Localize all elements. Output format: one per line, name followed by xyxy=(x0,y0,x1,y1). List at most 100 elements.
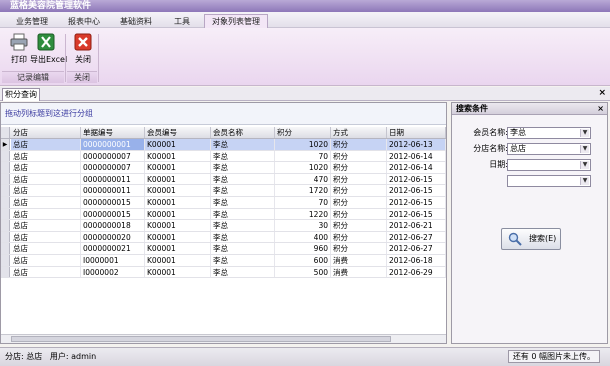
tab-object-list[interactable]: 对象列表管理 xyxy=(204,14,268,28)
tab-points-query[interactable]: 积分查询 xyxy=(2,88,40,101)
cell-branch: 总店 xyxy=(11,150,81,162)
cell-member-name: 李总 xyxy=(211,266,275,278)
document-close-icon[interactable]: × xyxy=(598,88,606,98)
row-selector[interactable] xyxy=(1,220,10,231)
column-header-branch[interactable]: 分店 xyxy=(11,127,81,138)
row-selector[interactable] xyxy=(1,231,10,243)
cell-member-name: 李总 xyxy=(211,139,275,150)
close-button[interactable]: 关闭 xyxy=(67,31,99,67)
table-row[interactable]: ▶ 总店 0000000001 K00001 李总 1020 积分 2012-06-13 xyxy=(1,139,446,151)
member-name-value: 李总 xyxy=(510,128,526,137)
table-row[interactable]: 总店 I0000001 K00001 李总 600 消费 2012-06-18 xyxy=(1,254,446,267)
chevron-down-icon[interactable]: ▼ xyxy=(580,161,589,169)
member-name-row: 会员名称: 李总 ▼ xyxy=(452,127,609,139)
branch-name-select[interactable]: 总店 ▼ xyxy=(507,143,591,155)
cell-member-no: K00001 xyxy=(145,139,211,150)
cell-branch: 总店 xyxy=(11,220,81,231)
cell-method: 积分 xyxy=(331,243,387,254)
status-bar: 分店: 总店 用户: admin 还有 0 幅图片未上传。 xyxy=(0,347,610,366)
cell-points: 70 xyxy=(275,196,331,208)
tab-business[interactable]: 业务管理 xyxy=(8,14,56,28)
cell-doc-no: 0000000011 xyxy=(81,185,145,196)
column-header-method[interactable]: 方式 xyxy=(331,127,387,138)
cell-date: 2012-06-18 xyxy=(387,254,446,266)
cell-points: 1020 xyxy=(275,162,331,173)
cell-member-no: K00001 xyxy=(145,266,211,278)
table-row[interactable]: 总店 0000000021 K00001 李总 960 积分 2012-06-27 xyxy=(1,243,446,255)
tab-tools[interactable]: 工具 xyxy=(164,14,200,28)
cell-date: 2012-06-27 xyxy=(387,231,446,243)
horizontal-scrollbar[interactable] xyxy=(1,334,446,343)
excel-icon xyxy=(37,33,55,51)
member-name-select[interactable]: 李总 ▼ xyxy=(507,127,591,139)
tab-basic-data[interactable]: 基础资料 xyxy=(112,14,160,28)
row-selector[interactable] xyxy=(1,208,10,220)
menu-bar: 业务管理 报表中心 基础资料 工具 对象列表管理 xyxy=(0,12,610,28)
table-row[interactable]: 总店 0000000007 K00001 李总 70 积分 2012-06-14 xyxy=(1,150,446,163)
magnifier-icon xyxy=(508,232,522,246)
row-header-corner xyxy=(1,127,10,138)
table-row[interactable]: 总店 0000000011 K00001 李总 1720 积分 2012-06-15 xyxy=(1,185,446,197)
cell-doc-no: 0000000007 xyxy=(81,162,145,173)
branch-name-value: 总店 xyxy=(510,144,526,153)
row-selector[interactable] xyxy=(1,254,10,266)
close-label: 关闭 xyxy=(75,55,91,64)
cell-method: 积分 xyxy=(331,162,387,173)
column-header-doc-no[interactable]: 单据编号 xyxy=(81,127,145,138)
row-selector[interactable] xyxy=(1,150,10,162)
row-selector[interactable] xyxy=(1,243,10,254)
date-to-row: ▼ xyxy=(452,175,609,187)
chevron-down-icon[interactable]: ▼ xyxy=(580,145,589,153)
table-row[interactable]: 总店 0000000015 K00001 李总 70 积分 2012-06-15 xyxy=(1,196,446,209)
export-excel-label: 导出Excel xyxy=(30,55,68,64)
table-row[interactable]: 总店 0000000020 K00001 李总 400 积分 2012-06-27 xyxy=(1,231,446,244)
cell-points: 600 xyxy=(275,254,331,266)
tab-reports[interactable]: 报表中心 xyxy=(60,14,108,28)
table-row[interactable]: 总店 I0000002 K00001 李总 500 消费 2012-06-29 xyxy=(1,266,446,279)
cell-points: 500 xyxy=(275,266,331,278)
cell-branch: 总店 xyxy=(11,266,81,278)
row-selector[interactable] xyxy=(1,196,10,208)
cell-points: 70 xyxy=(275,150,331,162)
row-selector[interactable] xyxy=(1,266,10,278)
search-button[interactable]: 搜索(E) xyxy=(501,228,561,250)
cell-method: 消费 xyxy=(331,266,387,278)
date-from-picker[interactable]: ▼ xyxy=(507,159,591,171)
cell-member-name: 李总 xyxy=(211,254,275,266)
row-selector[interactable] xyxy=(1,185,10,196)
table-row[interactable]: 总店 0000000007 K00001 李总 1020 积分 2012-06-14 xyxy=(1,162,446,174)
cell-member-name: 李总 xyxy=(211,185,275,196)
ribbon-separator xyxy=(65,34,66,82)
cell-doc-no: 0000000018 xyxy=(81,220,145,231)
cell-date: 2012-06-15 xyxy=(387,185,446,196)
column-header-points[interactable]: 积分 xyxy=(275,127,331,138)
chevron-down-icon[interactable]: ▼ xyxy=(580,177,589,185)
row-selector[interactable] xyxy=(1,173,10,185)
column-header-member-name[interactable]: 会员名称 xyxy=(211,127,275,138)
cell-method: 消费 xyxy=(331,254,387,266)
scrollbar-thumb[interactable] xyxy=(11,336,391,342)
date-to-picker[interactable]: ▼ xyxy=(507,175,591,187)
search-panel-title: 搜索条件 xyxy=(456,104,488,113)
cell-member-name: 李总 xyxy=(211,208,275,220)
cell-date: 2012-06-21 xyxy=(387,220,446,231)
cell-branch: 总店 xyxy=(11,231,81,243)
column-header-date[interactable]: 日期 xyxy=(387,127,446,138)
cell-doc-no: 0000000007 xyxy=(81,150,145,162)
cell-member-no: K00001 xyxy=(145,231,211,243)
table-row[interactable]: 总店 0000000018 K00001 李总 30 积分 2012-06-21 xyxy=(1,220,446,232)
search-panel-close-icon[interactable]: × xyxy=(597,103,604,115)
table-row[interactable]: 总店 0000000015 K00001 李总 1220 积分 2012-06-15 xyxy=(1,208,446,221)
cell-member-no: K00001 xyxy=(145,254,211,266)
cell-branch: 总店 xyxy=(11,208,81,220)
row-current-indicator[interactable]: ▶ xyxy=(1,139,10,150)
export-excel-button[interactable]: 导出Excel xyxy=(30,31,68,67)
column-header-member-no[interactable]: 会员编号 xyxy=(145,127,211,138)
table-row[interactable]: 总店 0000000011 K00001 李总 470 积分 2012-06-15 xyxy=(1,173,446,186)
cell-branch: 总店 xyxy=(11,254,81,266)
cell-member-no: K00001 xyxy=(145,220,211,231)
cell-doc-no: I0000001 xyxy=(81,254,145,266)
document-tabs: 积分查询 × xyxy=(0,87,610,101)
row-selector[interactable] xyxy=(1,162,10,173)
chevron-down-icon[interactable]: ▼ xyxy=(580,129,589,137)
